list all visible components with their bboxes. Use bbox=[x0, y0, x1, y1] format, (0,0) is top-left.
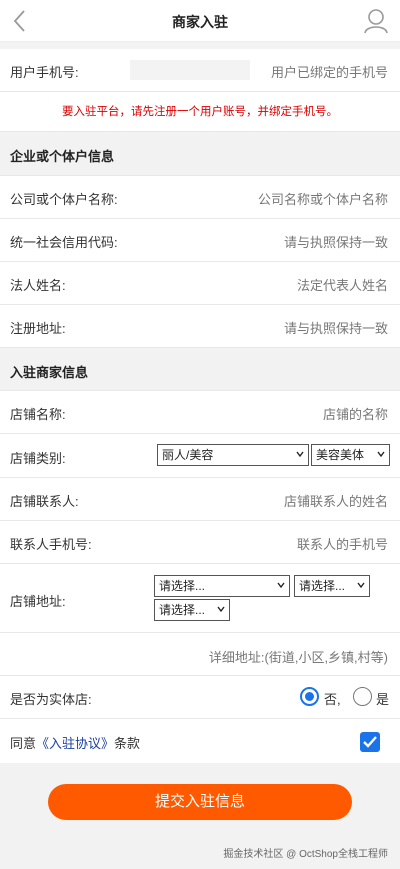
company-name-label: 公司或个体户名称: bbox=[10, 192, 118, 207]
legal-person-row[interactable]: 法人姓名: 法定代表人姓名 bbox=[0, 262, 400, 305]
shop-address-row: 店铺地址: 请选择... 请选择... 请选择... bbox=[0, 564, 400, 633]
province-select[interactable]: 请选择... bbox=[154, 575, 290, 597]
category-select-secondary-value: 美容美体 bbox=[316, 448, 365, 462]
shop-contact-row[interactable]: 店铺联系人: 店铺联系人的姓名 bbox=[0, 478, 400, 521]
company-name-input[interactable]: 公司名称或个体户名称 bbox=[258, 189, 388, 208]
radio-no[interactable] bbox=[300, 687, 319, 706]
province-select-value: 请选择... bbox=[159, 579, 206, 593]
company-section-header: 企业或个体户信息 bbox=[0, 132, 400, 176]
category-select-primary-value: 丽人/美容 bbox=[162, 448, 214, 462]
radio-yes[interactable] bbox=[353, 687, 372, 706]
credit-code-input[interactable]: 请与执照保持一致 bbox=[284, 232, 388, 251]
agreement-text: 同意《入驻协议》条款 bbox=[10, 733, 140, 752]
agree-checkbox[interactable] bbox=[360, 732, 380, 752]
district-select[interactable]: 请选择... bbox=[154, 599, 230, 621]
city-select-value: 请选择... bbox=[299, 579, 346, 593]
agreement-prefix: 同意 bbox=[10, 736, 37, 751]
shop-section-header: 入驻商家信息 bbox=[0, 348, 400, 391]
contact-phone-label: 联系人手机号: bbox=[10, 537, 92, 552]
chevron-down-icon bbox=[377, 451, 385, 458]
chevron-down-icon bbox=[296, 451, 304, 458]
physical-store-row: 是否为实体店: 否, 是 bbox=[0, 676, 400, 719]
user-icon[interactable] bbox=[364, 8, 388, 34]
shop-category-row: 店铺类别: 丽人/美容 美容美体 bbox=[0, 434, 400, 478]
contact-phone-input[interactable]: 联系人的手机号 bbox=[297, 534, 388, 553]
detail-address-input[interactable]: 详细地址:(街道,小区,乡镇,村等) bbox=[209, 647, 388, 666]
contact-phone-row[interactable]: 联系人手机号: 联系人的手机号 bbox=[0, 521, 400, 564]
category-select-secondary[interactable]: 美容美体 bbox=[311, 444, 390, 466]
shop-name-row[interactable]: 店铺名称: 店铺的名称 bbox=[0, 391, 400, 434]
page-title: 商家入驻 bbox=[172, 14, 228, 30]
chevron-down-icon bbox=[217, 606, 225, 613]
agreement-link[interactable]: 《入驻协议》 bbox=[36, 736, 114, 751]
register-notice: 要入驻平台，请先注册一个用户账号，并绑定手机号。 bbox=[0, 92, 400, 132]
phone-input[interactable]: 用户已绑定的手机号 bbox=[271, 62, 388, 81]
detail-address-row[interactable]: 详细地址:(街道,小区,乡镇,村等) bbox=[0, 633, 400, 676]
physical-store-label: 是否为实体店: bbox=[10, 692, 92, 707]
shop-name-label: 店铺名称: bbox=[10, 407, 66, 422]
category-select-primary[interactable]: 丽人/美容 bbox=[157, 444, 309, 466]
agreement-suffix: 条款 bbox=[114, 736, 141, 751]
shop-category-label: 店铺类别: bbox=[10, 451, 66, 466]
shop-contact-label: 店铺联系人: bbox=[10, 494, 79, 509]
phone-label: 用户手机号: bbox=[10, 65, 79, 80]
legal-person-label: 法人姓名: bbox=[10, 278, 66, 293]
shop-section-title: 入驻商家信息 bbox=[10, 365, 89, 380]
footer-watermark: 掘金技术社区 @ OctShop全栈工程师 bbox=[223, 849, 388, 860]
district-select-value: 请选择... bbox=[159, 603, 206, 617]
radio-yes-label: 是 bbox=[376, 692, 390, 707]
top-bar: 商家入驻 bbox=[0, 0, 400, 42]
city-select[interactable]: 请选择... bbox=[294, 575, 370, 597]
shop-name-input[interactable]: 店铺的名称 bbox=[323, 404, 388, 423]
shop-address-label: 店铺地址: bbox=[10, 594, 66, 609]
shop-contact-input[interactable]: 店铺联系人的姓名 bbox=[284, 491, 388, 510]
company-section-title: 企业或个体户信息 bbox=[10, 149, 115, 164]
credit-code-row[interactable]: 统一社会信用代码: 请与执照保持一致 bbox=[0, 219, 400, 262]
chevron-down-icon bbox=[357, 582, 365, 589]
registered-address-input[interactable]: 请与执照保持一致 bbox=[284, 318, 388, 337]
legal-person-input[interactable]: 法定代表人姓名 bbox=[297, 275, 388, 294]
phone-value-mask bbox=[130, 60, 250, 80]
radio-no-label: 否, bbox=[324, 692, 341, 707]
credit-code-label: 统一社会信用代码: bbox=[10, 235, 118, 250]
agreement-row: 同意《入驻协议》条款 bbox=[0, 719, 400, 763]
submit-button[interactable]: 提交入驻信息 bbox=[48, 784, 352, 820]
registered-address-row[interactable]: 注册地址: 请与执照保持一致 bbox=[0, 305, 400, 348]
company-name-row[interactable]: 公司或个体户名称: 公司名称或个体户名称 bbox=[0, 176, 400, 219]
chevron-down-icon bbox=[277, 582, 285, 589]
check-icon bbox=[363, 736, 377, 748]
phone-row[interactable]: 用户手机号: 用户已绑定的手机号 bbox=[0, 49, 400, 92]
registered-address-label: 注册地址: bbox=[10, 321, 66, 336]
